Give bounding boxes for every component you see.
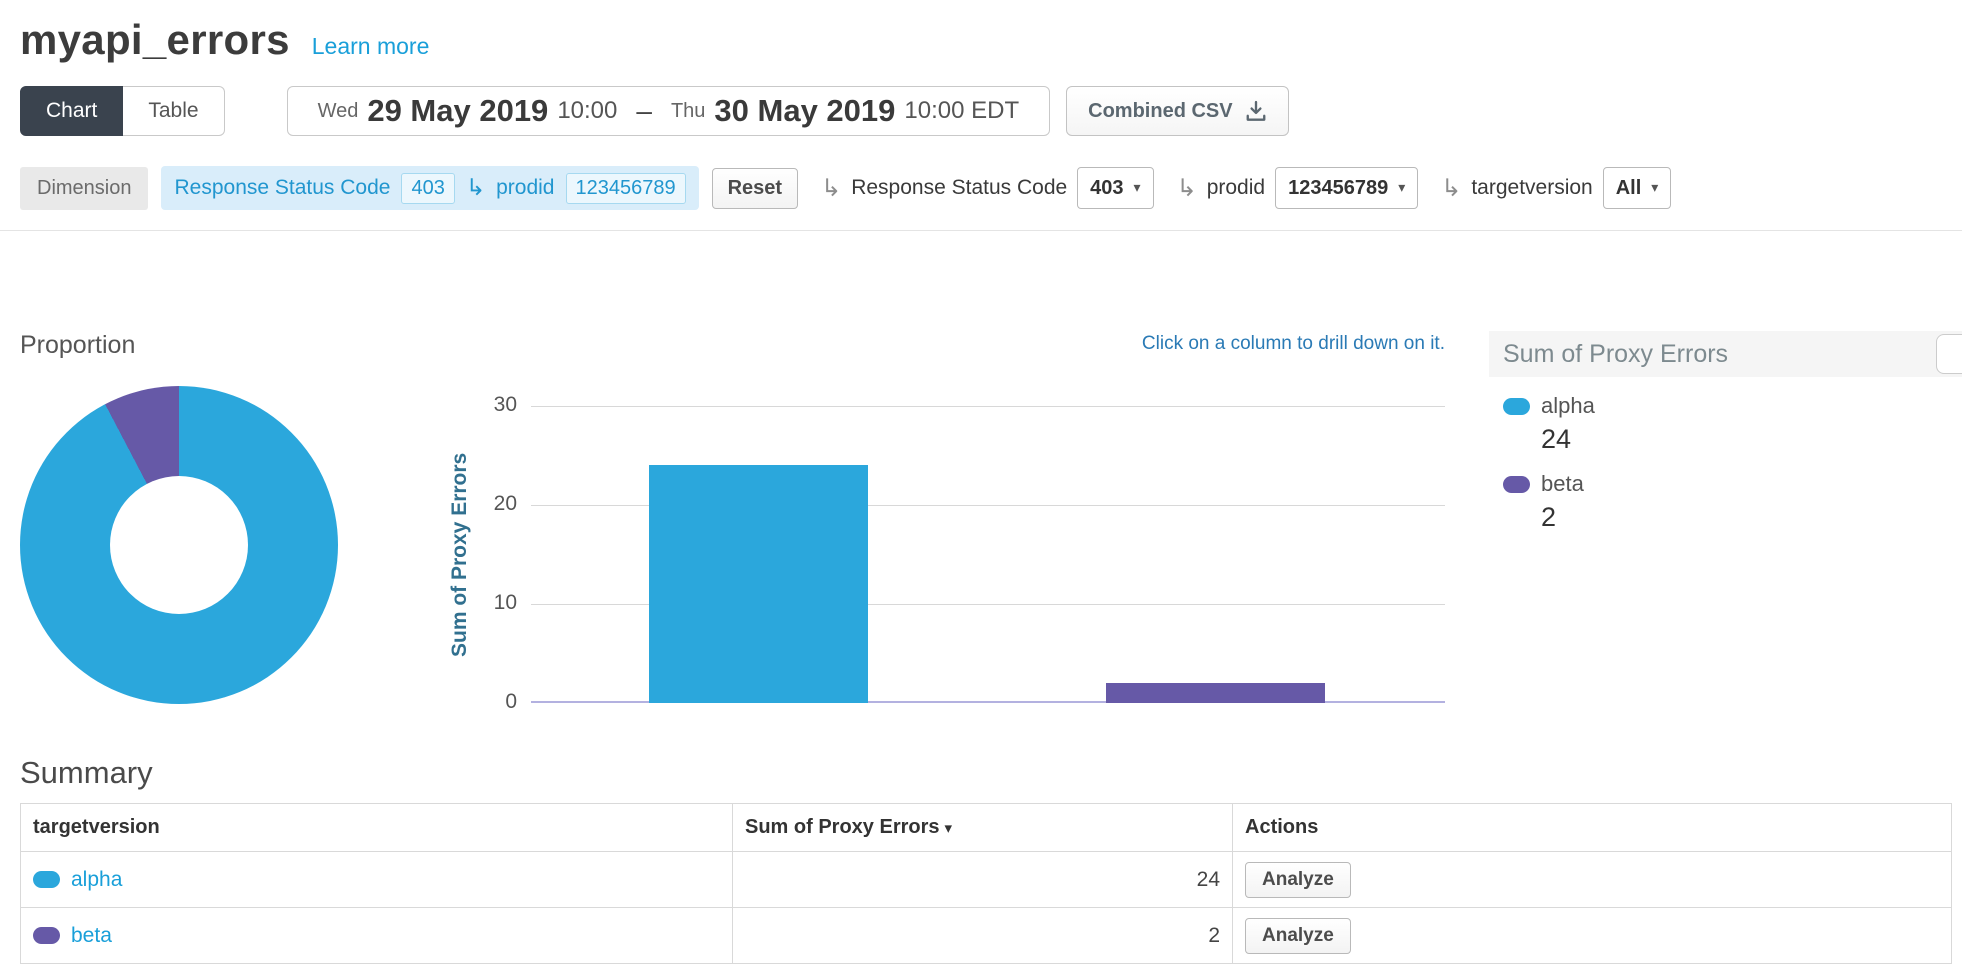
analyze-button[interactable]: Analyze <box>1245 918 1351 954</box>
legend-value: 24 <box>1541 424 1962 455</box>
donut-hole <box>110 476 248 614</box>
drilldown-arrow-icon: ↳ <box>1177 174 1197 202</box>
row-value: 24 <box>733 852 1233 908</box>
drilldown-arrow-icon: ↳ <box>1441 174 1461 202</box>
tab-chart[interactable]: Chart <box>20 86 123 136</box>
summary-title: Summary <box>20 755 1962 791</box>
selected-value: 123456789 <box>1288 177 1388 200</box>
drilldown-group: ↳ targetversion All ▾ <box>1441 167 1671 209</box>
drilldown-hint: Click on a column to drill down on it. <box>531 333 1445 355</box>
date-range-picker[interactable]: Wed 29 May 2019 10:00 – Thu 30 May 2019 … <box>287 86 1051 136</box>
analyze-button[interactable]: Analyze <box>1245 862 1351 898</box>
start-day: Wed <box>318 100 359 123</box>
legend-collapse-button[interactable] <box>1936 334 1962 374</box>
y-tick: 0 <box>473 690 517 714</box>
start-date: 29 May 2019 <box>367 93 548 129</box>
view-toggle: Chart Table <box>20 86 225 136</box>
tab-table[interactable]: Table <box>123 86 224 136</box>
legend-item-alpha[interactable]: alpha 24 <box>1503 393 1962 455</box>
alpha-color-swatch <box>1503 398 1530 415</box>
legend-label: beta <box>1541 471 1584 497</box>
row-value: 2 <box>733 908 1233 964</box>
dimension-bar: Dimension Response Status Code 403 ↳ pro… <box>20 166 1962 210</box>
donut-chart[interactable] <box>20 386 338 704</box>
download-icon <box>1245 100 1267 122</box>
report-page: myapi_errors Learn more Chart Table Wed … <box>0 0 1962 976</box>
export-csv-label: Combined CSV <box>1088 100 1232 123</box>
learn-more-link[interactable]: Learn more <box>312 33 430 60</box>
drilldown-select-response-status-code[interactable]: 403 ▾ <box>1077 167 1153 209</box>
legend-panel: Sum of Proxy Errors alpha 24 beta 2 <box>1489 331 1962 533</box>
legend-label: alpha <box>1541 393 1595 419</box>
bar-beta[interactable] <box>1106 683 1325 703</box>
header: myapi_errors Learn more <box>0 0 1962 64</box>
beta-color-swatch <box>33 927 60 944</box>
chevron-down-icon: ▾ <box>1398 180 1405 196</box>
breadcrumb-value-chip[interactable]: 123456789 <box>566 173 686 204</box>
end-date: 30 May 2019 <box>714 93 895 129</box>
drilldown-arrow-icon: ↳ <box>466 175 485 201</box>
row-link-alpha[interactable]: alpha <box>71 868 122 892</box>
drilldown-group: ↳ Response Status Code 403 ▾ <box>821 167 1153 209</box>
drilldown-select-targetversion[interactable]: All ▾ <box>1603 167 1672 209</box>
breadcrumb-value-chip[interactable]: 403 <box>401 173 454 204</box>
proportion-label: Proportion <box>20 331 135 360</box>
reset-button[interactable]: Reset <box>712 168 798 209</box>
breadcrumb-name: prodid <box>496 176 554 200</box>
bar-alpha[interactable] <box>649 465 868 703</box>
drilldown-select-prodid[interactable]: 123456789 ▾ <box>1275 167 1418 209</box>
date-range-separator: – <box>636 95 652 127</box>
column-header-actions: Actions <box>1233 804 1952 852</box>
filter-breadcrumb: Response Status Code 403 ↳ prodid 123456… <box>161 166 698 210</box>
y-tick: 10 <box>473 591 517 615</box>
end-day: Thu <box>671 100 705 123</box>
column-header-targetversion[interactable]: targetversion <box>21 804 733 852</box>
end-time: 10:00 EDT <box>904 97 1019 125</box>
alpha-color-swatch <box>33 871 60 888</box>
page-title: myapi_errors <box>20 16 290 64</box>
export-csv-button[interactable]: Combined CSV <box>1066 86 1288 136</box>
table-row: beta 2 Analyze <box>21 908 1952 964</box>
table-header-row: targetversion Sum of Proxy Errors▾ Actio… <box>21 804 1952 852</box>
selected-value: All <box>1616 177 1642 200</box>
beta-color-swatch <box>1503 476 1530 493</box>
drilldown-arrow-icon: ↳ <box>821 174 841 202</box>
table-row: alpha 24 Analyze <box>21 852 1952 908</box>
drilldown-name: targetversion <box>1471 176 1592 200</box>
y-tick: 20 <box>473 492 517 516</box>
start-time: 10:00 <box>557 97 617 125</box>
y-tick: 30 <box>473 393 517 417</box>
bar-chart <box>531 406 1445 703</box>
dimension-label: Dimension <box>20 167 148 210</box>
y-axis-label: Sum of Proxy Errors <box>448 406 480 703</box>
selected-value: 403 <box>1090 177 1123 200</box>
sort-desc-icon: ▾ <box>945 819 953 837</box>
legend-item-beta[interactable]: beta 2 <box>1503 471 1962 533</box>
column-header-sum-of-proxy-errors[interactable]: Sum of Proxy Errors▾ <box>733 804 1233 852</box>
drilldown-name: Response Status Code <box>851 176 1067 200</box>
chevron-down-icon: ▾ <box>1651 180 1658 196</box>
drilldown-name: prodid <box>1207 176 1265 200</box>
row-link-beta[interactable]: beta <box>71 924 112 948</box>
chart-area: Proportion Sum of Proxy Errors Click on … <box>0 231 1962 749</box>
gridline <box>531 406 1445 407</box>
summary-table: targetversion Sum of Proxy Errors▾ Actio… <box>20 803 1952 964</box>
chevron-down-icon: ▾ <box>1134 180 1141 196</box>
drilldown-group: ↳ prodid 123456789 ▾ <box>1177 167 1419 209</box>
legend-title: Sum of Proxy Errors <box>1489 331 1962 377</box>
toolbar: Chart Table Wed 29 May 2019 10:00 – Thu … <box>20 86 1962 136</box>
breadcrumb-name: Response Status Code <box>174 176 390 200</box>
legend-value: 2 <box>1541 502 1962 533</box>
